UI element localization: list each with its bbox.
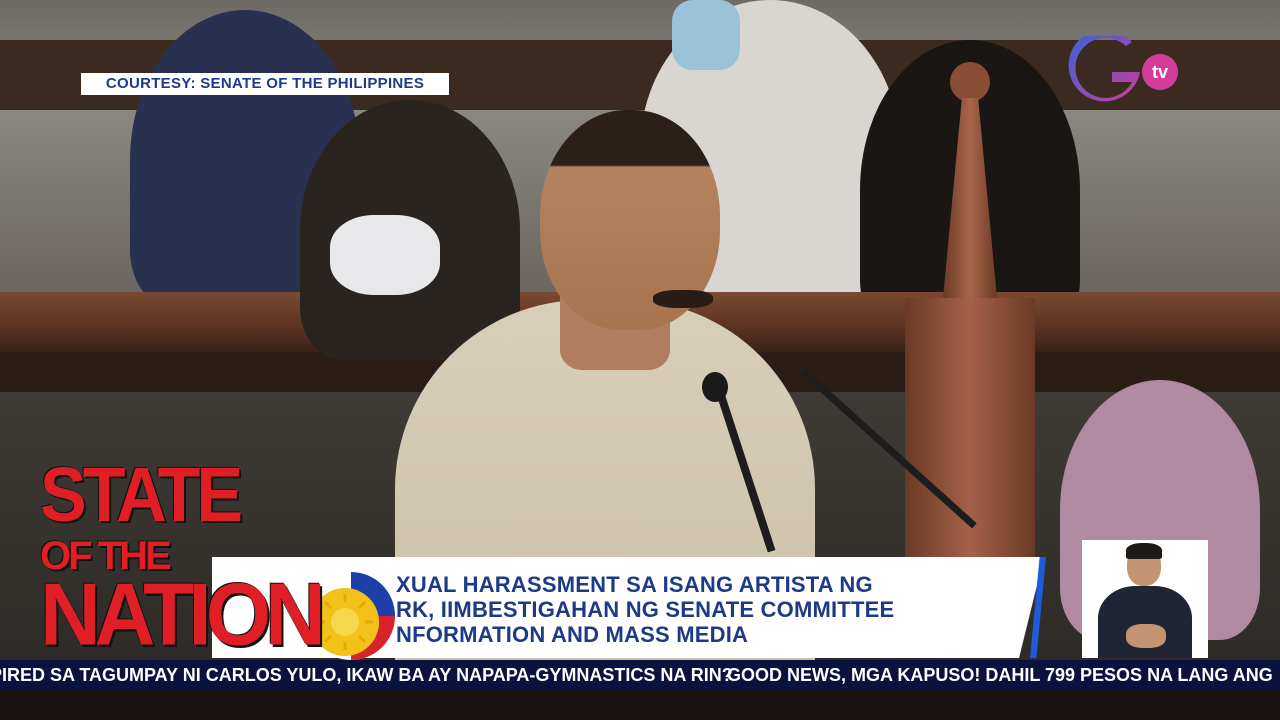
signer-hair	[1126, 543, 1162, 559]
ticker-item: GOOD NEWS, MGA KAPUSO! DAHIL 799 PESOS N…	[727, 665, 1273, 685]
signer-hands	[1126, 624, 1166, 648]
gtv-logo-icon: tv	[1068, 36, 1178, 102]
show-logo-line-3: NATION	[40, 564, 326, 664]
microphone-icon	[702, 372, 728, 402]
headline-line-3: NFORMATION AND MASS MEDIA	[396, 622, 749, 647]
courtesy-label: COURTESY: SENATE OF THE PHILIPPINES	[81, 73, 449, 95]
post-neck	[943, 98, 997, 298]
wooden-post	[905, 62, 1035, 562]
gtv-tv-text: tv	[1152, 62, 1168, 82]
ticker-item: PIRED SA TAGUMPAY NI CARLOS YULO, IKAW B…	[0, 665, 733, 685]
news-ticker: PIRED SA TAGUMPAY NI CARLOS YULO, IKAW B…	[0, 660, 1280, 690]
show-logo-line-1: STATE	[40, 451, 243, 538]
bottom-strip	[0, 690, 1280, 720]
headline: XUAL HARASSMENT SA ISANG ARTISTA NG RK, …	[396, 572, 1026, 647]
sign-language-inset	[1082, 540, 1208, 658]
speaker-mustache	[653, 290, 713, 308]
face-mask	[330, 215, 440, 295]
headline-line-2: RK, IIMBESTIGAHAN NG SENATE COMMITTEE	[396, 597, 895, 622]
post-finial	[950, 62, 990, 102]
show-logo: STATE OF THE NATION	[40, 451, 326, 670]
headline-line-1: XUAL HARASSMENT SA ISANG ARTISTA NG	[396, 572, 873, 597]
face-mask	[672, 0, 740, 70]
